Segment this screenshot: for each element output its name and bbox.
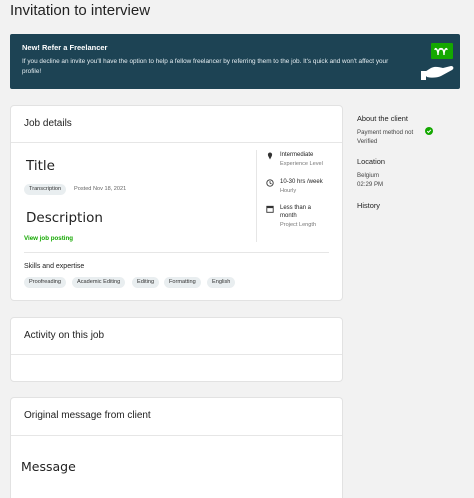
about-client-heading: About the client <box>357 114 408 123</box>
job-description: Description <box>26 210 103 226</box>
divider <box>24 252 329 253</box>
payment-method-status: Payment method not Verified <box>357 129 414 145</box>
verified-check-icon <box>425 127 433 135</box>
page-title: Invitation to interview <box>10 2 151 19</box>
skill-tag[interactable]: Proofreading <box>24 277 67 288</box>
activity-card: Activity on this job <box>10 317 343 382</box>
activity-heading: Activity on this job <box>24 330 105 341</box>
client-country: Belgium <box>357 172 380 179</box>
skill-tag[interactable]: English <box>207 277 236 288</box>
job-details-heading: Job details <box>24 118 72 129</box>
experience-level-icon <box>267 152 273 160</box>
original-message-card: Original message from client Message <box>10 397 343 498</box>
clock-icon <box>266 179 274 187</box>
history-heading: History <box>357 201 380 210</box>
job-details-header: Job details <box>11 106 342 143</box>
divider <box>256 150 257 242</box>
hours-per-week-label: Hourly <box>280 188 297 194</box>
skill-tag[interactable]: Academic Editing <box>72 277 126 288</box>
message-heading: Original message from client <box>24 410 151 421</box>
job-details-card: Job details Title Transcription Posted N… <box>10 105 343 301</box>
category-badge[interactable]: Transcription <box>24 184 67 195</box>
view-job-posting-link[interactable]: View job posting <box>24 235 73 242</box>
hours-per-week-value: 10-30 hrs /week <box>280 179 323 185</box>
skill-tag[interactable]: Formatting <box>164 277 201 288</box>
client-local-time: 02:29 PM <box>357 181 384 188</box>
skill-tag[interactable]: Editing <box>132 277 160 288</box>
project-length-value: Less than a month <box>280 205 312 219</box>
activity-header: Activity on this job <box>11 318 342 355</box>
experience-level-label: Experience Level <box>280 161 323 167</box>
calendar-icon <box>266 205 274 213</box>
refer-freelancer-banner: New! Refer a Freelancer If you decline a… <box>10 34 460 89</box>
message-body: Message <box>21 459 76 474</box>
project-length-label: Project Length <box>280 222 317 228</box>
location-heading: Location <box>357 157 385 166</box>
experience-level-value: Intermediate <box>280 152 314 158</box>
job-title: Title <box>26 158 55 174</box>
banner-title: New! Refer a Freelancer <box>22 43 108 52</box>
posted-date: Posted Nov 18, 2021 <box>74 186 127 192</box>
banner-text: If you decline an invite you'll have the… <box>22 58 389 75</box>
skills-heading: Skills and expertise <box>24 263 85 270</box>
message-header: Original message from client <box>11 398 342 436</box>
referral-hand-icon <box>421 43 454 80</box>
